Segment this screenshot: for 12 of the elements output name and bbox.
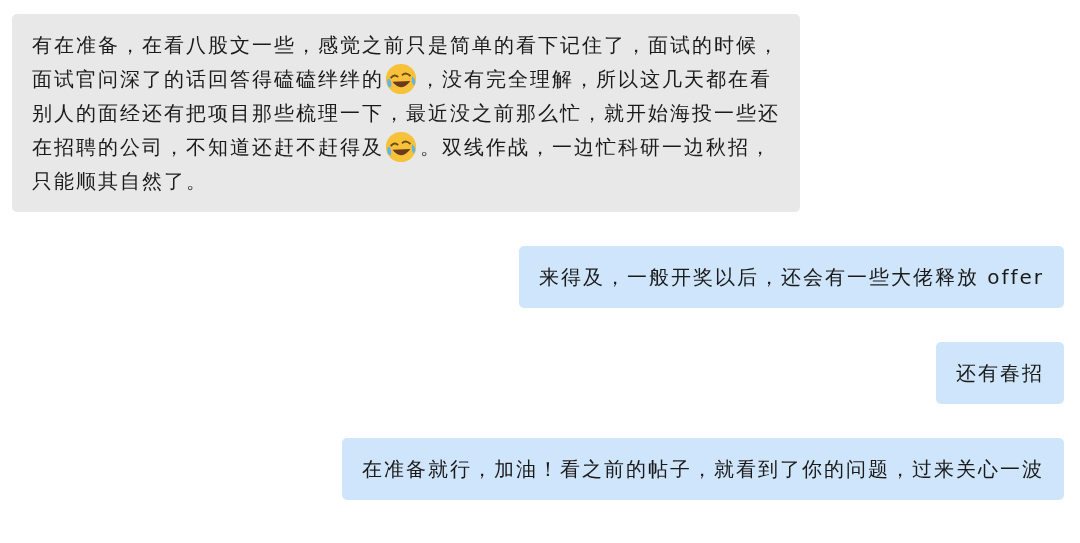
message-text: 只能顺其自然了。 [32, 168, 208, 195]
message-text: 有在准备，在看八股文一些，感觉之前只是简单的看下记住了，面试的时候， [32, 32, 780, 59]
laughing-emoji-icon [384, 62, 418, 96]
message-text: 还有春招 [956, 360, 1044, 387]
message-text: 。双线作战，一边忙科研一边秋招， [420, 134, 772, 161]
message-text: 面试官问深了的话回答得磕磕绊绊的 [32, 66, 384, 93]
message-text: ，没有完全理解，所以这几天都在看 [420, 66, 772, 93]
message-text: 别人的面经还有把项目那些梳理一下，最近没之前那么忙，就开始海投一些还 [32, 100, 780, 127]
message-text: 在招聘的公司，不知道还赶不赶得及 [32, 134, 384, 161]
laughing-emoji-icon [384, 130, 418, 164]
message-text: 在准备就行，加油！看之前的帖子，就看到了你的问题，过来关心一波 [362, 456, 1044, 483]
message-text: 来得及，一般开奖以后，还会有一些大佬释放 offer [538, 264, 1044, 291]
